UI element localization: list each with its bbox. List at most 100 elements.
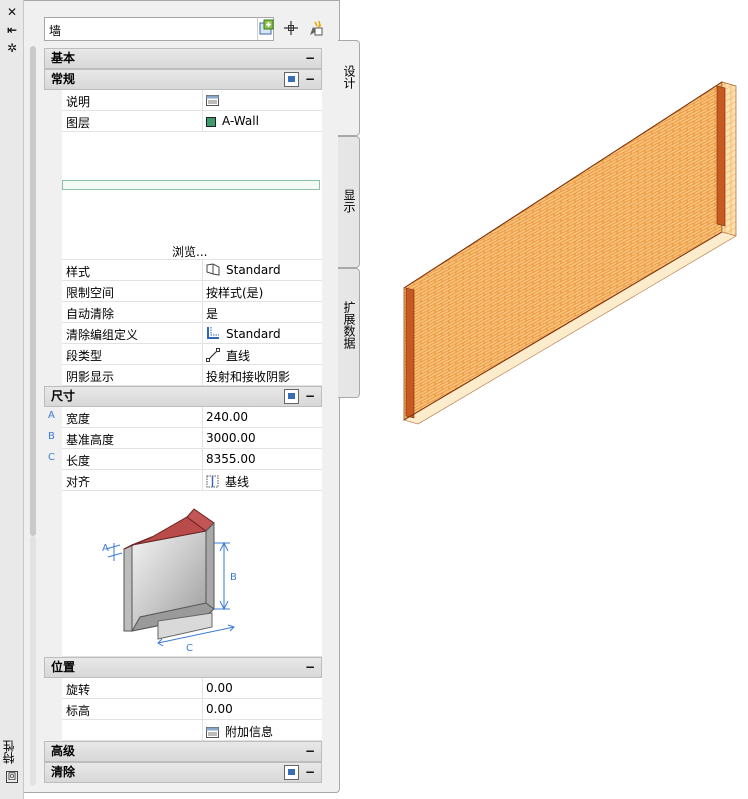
section-clean[interactable]: 清除 −: [44, 762, 322, 783]
close-icon[interactable]: ✕: [5, 5, 19, 19]
layer-value[interactable]: A-Wall: [206, 114, 259, 128]
object-type-select[interactable]: 墙 ▼: [44, 17, 274, 41]
length-label: 长度: [66, 454, 91, 468]
property-row-base-height[interactable]: B 基准高度 3000.00: [48, 428, 322, 449]
collapse-icon[interactable]: −: [305, 763, 315, 782]
property-row-bound-spaces[interactable]: 限制空间 按样式(是): [62, 281, 322, 302]
drawing-viewport[interactable]: [362, 0, 748, 799]
diagram-label-b: B: [230, 572, 237, 583]
section-location[interactable]: 位置 −: [44, 657, 322, 678]
property-row-shadow[interactable]: 阴影显示 投射和接收阴影: [62, 365, 322, 386]
elevation-value[interactable]: 0.00: [206, 702, 233, 716]
additional-info-label: 附加信息: [225, 725, 274, 739]
settings-icon[interactable]: ✲: [5, 41, 19, 55]
rotation-value[interactable]: 0.00: [206, 681, 233, 695]
section-basic-title: 基本: [51, 51, 76, 65]
cleanup-group-label: 清除编组定义: [66, 328, 139, 342]
section-advanced-title: 高级: [51, 744, 76, 758]
layer-color-swatch: [206, 117, 216, 127]
property-row-rotation[interactable]: 旋转 0.00: [62, 678, 322, 699]
style-name: Standard: [226, 263, 281, 277]
property-row-description[interactable]: 说明: [62, 90, 322, 111]
elevation-label: 标高: [66, 704, 91, 718]
section-advanced[interactable]: 高级 −: [44, 741, 322, 762]
cleanup-group-value[interactable]: Standard: [206, 326, 281, 341]
property-row-additional-info[interactable]: 附加信息: [62, 720, 322, 741]
cleanup-label: 自动清除: [66, 307, 115, 321]
property-grid: 基本 − 常规 − 说明 图层 A-Wall 浏览... 样式 Standard…: [44, 48, 322, 783]
diagram-label-a: A: [102, 543, 109, 554]
height-letter: B: [48, 431, 55, 442]
browse-link[interactable]: 浏览...: [172, 243, 207, 260]
section-clean-title: 清除: [51, 765, 76, 779]
property-row-cleanup-group[interactable]: 清除编组定义 Standard: [62, 323, 322, 344]
additional-info-icon: [206, 727, 219, 738]
property-row-style[interactable]: 样式 Standard: [62, 260, 322, 281]
justify-label: 对齐: [66, 475, 91, 489]
cleanup-group-icon: [207, 327, 219, 339]
panel-scrollbar-track[interactable]: [30, 536, 36, 786]
cleanup-group-name: Standard: [226, 327, 281, 341]
quick-select-icon[interactable]: [306, 19, 324, 37]
auto-hide-icon[interactable]: ⇤: [5, 23, 19, 37]
section-basic[interactable]: 基本 −: [44, 48, 322, 69]
property-row-cleanup[interactable]: 自动清除 是: [62, 302, 322, 323]
segment-label: 段类型: [66, 349, 103, 363]
segment-value[interactable]: 直线: [206, 347, 250, 364]
panel-scrollbar-thumb[interactable]: [30, 46, 36, 536]
collapse-icon[interactable]: −: [305, 742, 315, 761]
property-row-layer[interactable]: 图层 A-Wall: [62, 111, 322, 132]
properties-window: ✕ ⇤ ✲ 特性 回 墙 ▼ 基本 −: [0, 0, 748, 799]
cleanup-value[interactable]: 是: [206, 305, 218, 322]
line-segment-icon: [206, 348, 220, 362]
width-value[interactable]: 240.00: [206, 410, 248, 424]
collapse-icon[interactable]: −: [305, 49, 315, 68]
section-settings-icon[interactable]: [284, 72, 299, 87]
properties-panel: 墙 ▼ 基本 − 常规: [24, 0, 340, 793]
height-label: 基准高度: [66, 433, 115, 447]
section-general[interactable]: 常规 −: [44, 69, 322, 90]
diagram-label-c: C: [186, 643, 193, 654]
additional-info-button[interactable]: 附加信息: [206, 723, 273, 740]
section-settings-icon[interactable]: [284, 389, 299, 404]
width-letter: A: [48, 410, 55, 421]
pick-point-icon[interactable]: [282, 19, 300, 37]
property-row-justify[interactable]: 对齐 基线: [62, 470, 322, 491]
bound-value[interactable]: 按样式(是): [206, 284, 263, 301]
segment-name: 直线: [226, 349, 251, 363]
length-value[interactable]: 8355.00: [206, 452, 256, 466]
justify-value[interactable]: 基线: [206, 473, 249, 490]
section-dimensions[interactable]: 尺寸 −: [44, 386, 322, 407]
baseline-justify-icon: [206, 475, 219, 488]
height-value[interactable]: 3000.00: [206, 431, 256, 445]
collapse-icon[interactable]: −: [305, 387, 315, 406]
palette-title: 特性: [2, 740, 16, 764]
description-editor-icon[interactable]: [206, 95, 219, 106]
shadow-value[interactable]: 投射和接收阴影: [206, 368, 290, 385]
object-type-value: 墙: [49, 24, 62, 38]
rotation-label: 旋转: [66, 683, 91, 697]
layer-name: A-Wall: [222, 114, 259, 128]
palette-menu-icon[interactable]: 回: [6, 771, 18, 783]
property-row-length[interactable]: C 长度 8355.00: [48, 449, 322, 470]
wall-style-icon: [206, 263, 220, 276]
tab-display[interactable]: 显示: [338, 136, 360, 268]
section-dimensions-title: 尺寸: [51, 389, 76, 403]
property-row-segment-type[interactable]: 段类型 直线: [62, 344, 322, 365]
style-value[interactable]: Standard: [206, 263, 281, 277]
brick-wall-model[interactable]: [362, 0, 748, 799]
bound-label: 限制空间: [66, 286, 115, 300]
section-location-title: 位置: [51, 660, 76, 674]
palette-title-bar: ✕ ⇤ ✲ 特性 回: [0, 0, 24, 799]
property-row-width[interactable]: A 宽度 240.00: [48, 407, 322, 428]
section-settings-icon[interactable]: [284, 765, 299, 780]
collapse-icon[interactable]: −: [305, 658, 315, 677]
property-row-elevation[interactable]: 标高 0.00: [62, 699, 322, 720]
tab-extended-data[interactable]: 扩展数据: [338, 268, 360, 398]
tab-design-label: 设计: [342, 65, 356, 89]
collapse-icon[interactable]: −: [305, 70, 315, 89]
description-value[interactable]: [206, 93, 225, 107]
add-selection-icon[interactable]: [258, 19, 276, 37]
wall-diagram-image: A B C: [102, 508, 237, 654]
tab-design[interactable]: 设计: [338, 40, 360, 136]
